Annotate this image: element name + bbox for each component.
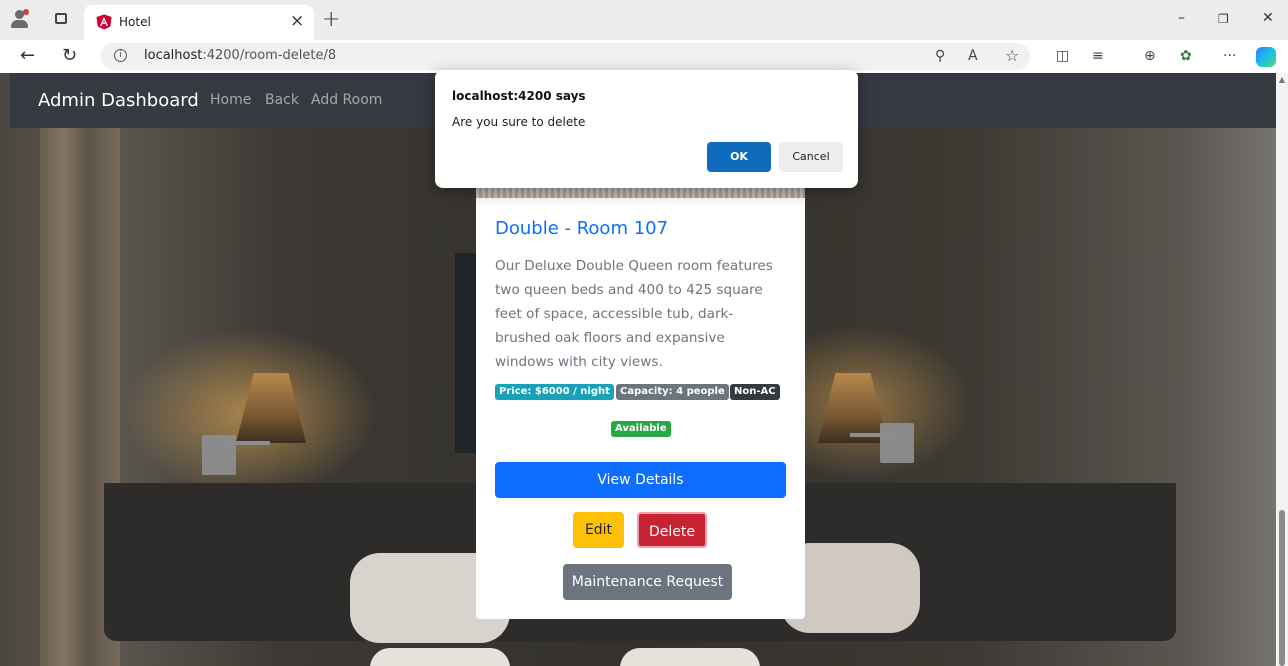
confirm-dialog: localhost:4200 says Are you sure to dele… (435, 70, 858, 188)
tab-close-icon[interactable]: × (290, 11, 304, 31)
restore-icon[interactable]: ❐ (1218, 12, 1229, 26)
scrollbar-thumb[interactable] (1279, 510, 1285, 666)
url-text: localhost:4200/room-delete/8 (144, 48, 337, 63)
reload-icon[interactable]: ↻ (62, 45, 77, 66)
address-bar: ← ↻ i localhost:4200/room-delete/8 ⚲ A ☆… (0, 40, 1288, 73)
room-title: Double - Room 107 (495, 218, 669, 239)
site-info-icon[interactable]: i (114, 49, 127, 62)
maintenance-request-button[interactable]: Maintenance Request (563, 564, 732, 600)
ac-badge: Non-AC (730, 384, 780, 400)
scroll-up-icon[interactable]: ▲ (1279, 75, 1285, 84)
room-image (476, 188, 805, 198)
status-badge: Available (611, 421, 671, 437)
capacity-badge: Capacity: 4 people (616, 384, 729, 400)
back-icon[interactable]: ← (20, 45, 35, 66)
collections-icon[interactable]: ⊕ (1144, 48, 1156, 64)
split-screen-icon[interactable]: ◫ (1056, 48, 1069, 64)
favorite-icon[interactable]: ☆ (1005, 46, 1019, 65)
browser-tab-bar: Hotel × + – ❐ ✕ (0, 0, 1288, 40)
favorites-list-icon[interactable]: ≡ (1092, 48, 1104, 64)
url-field[interactable]: i localhost:4200/room-delete/8 (100, 43, 1030, 70)
delete-button[interactable]: Delete (637, 512, 707, 548)
background-pillow-bottom-left (370, 648, 510, 666)
background-pillow-bottom-right (620, 648, 760, 666)
room-card: Double - Room 107 Our Deluxe Double Quee… (476, 188, 805, 619)
browser-tab[interactable]: Hotel × (84, 5, 314, 40)
background-lamp-arm-left (220, 441, 270, 445)
edit-button[interactable]: Edit (573, 512, 624, 548)
price-badge: Price: $6000 / night (495, 384, 614, 400)
navbar-brand[interactable]: Admin Dashboard (38, 90, 199, 111)
new-tab-icon[interactable]: + (322, 7, 340, 32)
more-icon[interactable]: ··· (1223, 48, 1236, 64)
minimize-icon[interactable]: – (1178, 10, 1185, 26)
view-details-button[interactable]: View Details (495, 462, 786, 498)
tab-actions-icon[interactable] (55, 13, 67, 24)
ok-button[interactable]: OK (707, 142, 771, 172)
close-window-icon[interactable]: ✕ (1262, 10, 1274, 26)
angular-icon (96, 14, 112, 30)
read-aloud-icon[interactable]: A (968, 48, 978, 64)
dialog-title: localhost:4200 says (452, 89, 586, 103)
key-icon[interactable]: ⚲ (935, 48, 945, 64)
room-description: Our Deluxe Double Queen room features tw… (495, 258, 773, 370)
extensions-icon[interactable]: ✿ (1180, 48, 1192, 64)
dialog-message: Are you sure to delete (452, 115, 586, 129)
background-lamp-plate-right (880, 423, 914, 463)
background-lamp-arm-right (850, 433, 900, 437)
copilot-icon[interactable] (1256, 47, 1276, 67)
background-lamp-left (236, 373, 306, 443)
tab-title: Hotel (119, 15, 151, 29)
page-scrollbar[interactable]: ▲ (1276, 73, 1288, 666)
nav-link-back[interactable]: Back (265, 92, 299, 108)
cancel-button[interactable]: Cancel (779, 142, 843, 172)
nav-link-add-room[interactable]: Add Room (311, 92, 382, 108)
nav-link-home[interactable]: Home (210, 92, 251, 108)
profile-icon[interactable] (10, 9, 30, 29)
